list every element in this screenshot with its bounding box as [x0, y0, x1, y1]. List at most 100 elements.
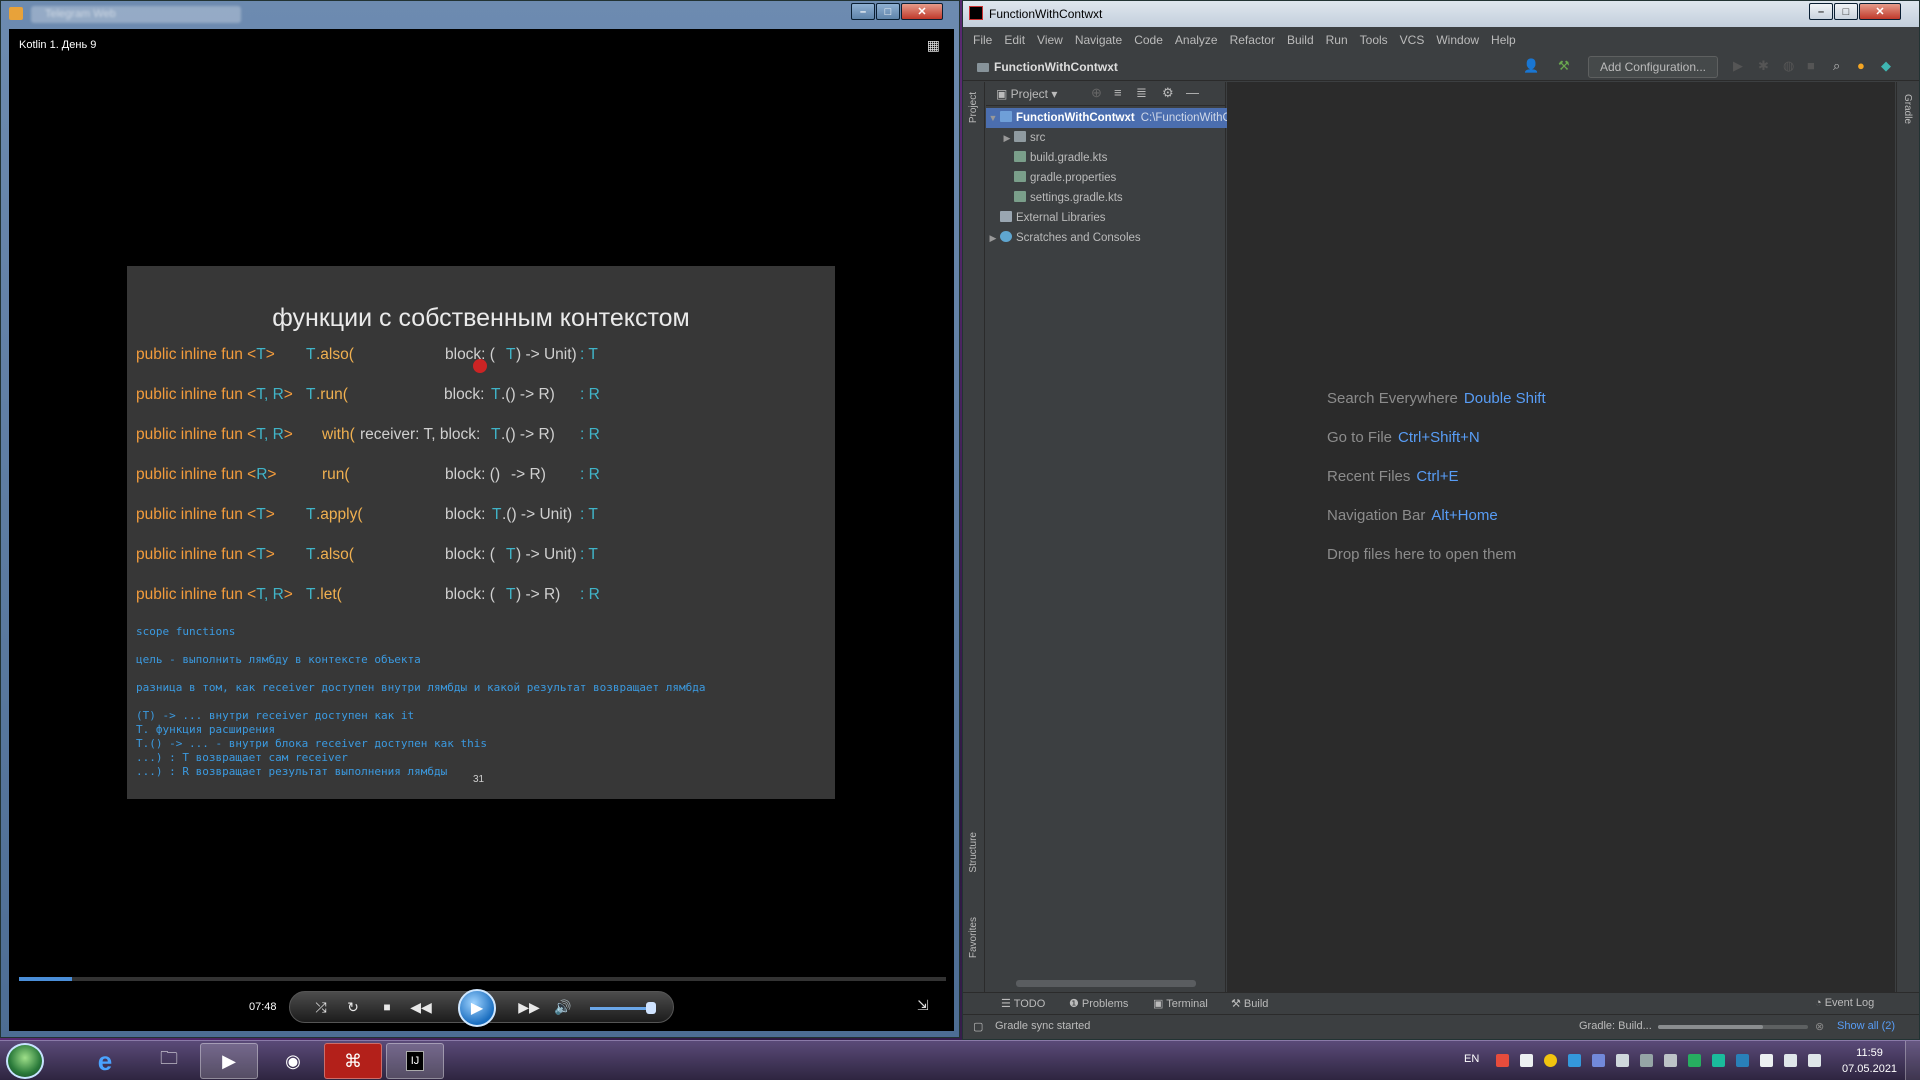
menu-build[interactable]: Build	[1287, 29, 1314, 51]
tab-project[interactable]: Project	[968, 92, 979, 123]
tree-item-settings-gradle[interactable]: settings.gradle.kts	[986, 188, 1226, 208]
tray-app-icon[interactable]	[1496, 1054, 1509, 1067]
repeat-icon[interactable]: ↻	[342, 999, 364, 1016]
start-button[interactable]	[6, 1043, 44, 1079]
maximize-button[interactable]: □	[876, 3, 900, 20]
steam-icon[interactable]	[1616, 1054, 1629, 1067]
cancel-task-icon[interactable]: ⊗	[1815, 1020, 1824, 1033]
rewind-icon[interactable]: ◀◀	[410, 999, 432, 1016]
tab-favorites[interactable]: Favorites	[968, 917, 979, 958]
tab-structure[interactable]: Structure	[968, 832, 979, 873]
hide-panel-icon[interactable]: —	[1186, 85, 1199, 100]
stop-icon[interactable]: ■	[1807, 58, 1815, 73]
menu-file[interactable]: File	[973, 29, 992, 51]
tray-app-icon[interactable]	[1640, 1054, 1653, 1067]
menu-tools[interactable]: Tools	[1360, 29, 1388, 51]
volume-tray-icon[interactable]	[1808, 1054, 1821, 1067]
tab-gradle[interactable]: Gradle	[1902, 94, 1913, 124]
background-task-label[interactable]: Gradle: Build...	[1579, 1020, 1652, 1032]
expand-all-icon[interactable]: ≡	[1114, 85, 1122, 100]
tray-app-icon[interactable]	[1520, 1054, 1533, 1067]
build-hammer-icon[interactable]: ⚒	[1558, 58, 1570, 74]
file-explorer-icon[interactable]: 🗀	[140, 1043, 198, 1079]
project-view-selector[interactable]: ▣ Project ▾	[996, 87, 1057, 101]
nvidia-icon[interactable]	[1688, 1054, 1701, 1067]
pdf-reader-icon[interactable]: ⌘	[324, 1043, 382, 1079]
menu-vcs[interactable]: VCS	[1400, 29, 1425, 51]
network-icon[interactable]	[1784, 1054, 1797, 1067]
tab-problems[interactable]: ❶ Problems	[1069, 997, 1128, 1010]
tab-terminal[interactable]: ▣ Terminal	[1153, 997, 1208, 1010]
discord-icon[interactable]	[1592, 1054, 1605, 1067]
shuffle-icon[interactable]: ⤮	[310, 999, 332, 1016]
menu-code[interactable]: Code	[1134, 29, 1163, 51]
seek-bar[interactable]	[19, 977, 946, 981]
code-receiver: T	[306, 386, 316, 403]
user-icon[interactable]: 👤	[1523, 58, 1539, 74]
close-button[interactable]: ✕	[1859, 3, 1901, 20]
tab-event-log[interactable]: ◔ Event Log	[1815, 997, 1874, 1009]
tree-item-scratches[interactable]: ▶ Scratches and Consoles	[986, 228, 1226, 248]
run-icon[interactable]: ▶	[1733, 58, 1743, 74]
close-button[interactable]: ✕	[901, 3, 943, 20]
breadcrumb[interactable]: FunctionWithContwxt	[977, 60, 1118, 74]
ide-titlebar[interactable]: FunctionWithContwxt – □ ✕	[963, 1, 1919, 27]
menu-help[interactable]: Help	[1491, 29, 1516, 51]
volume-icon[interactable]: 🔊	[552, 999, 574, 1016]
tree-item-external-libraries[interactable]: External Libraries	[986, 208, 1226, 228]
usb-icon[interactable]	[1760, 1054, 1773, 1067]
stop-icon[interactable]: ■	[376, 1000, 398, 1014]
menu-edit[interactable]: Edit	[1004, 29, 1025, 51]
input-language[interactable]: EN	[1464, 1053, 1479, 1065]
menu-navigate[interactable]: Navigate	[1075, 29, 1122, 51]
slide-note: T. функция расширения	[136, 723, 276, 736]
internet-explorer-icon[interactable]: e	[76, 1043, 134, 1079]
tree-item-gradle-properties[interactable]: gradle.properties	[986, 168, 1226, 188]
switch-view-icon[interactable]: ⇲	[917, 997, 929, 1014]
locate-icon[interactable]: ⊕	[1091, 85, 1102, 101]
hint-label: Navigation Bar	[1327, 507, 1426, 524]
menu-view[interactable]: View	[1037, 29, 1063, 51]
layout-toggle-icon[interactable]: ▦	[927, 37, 940, 54]
minimize-button[interactable]: –	[851, 3, 875, 20]
maximize-button[interactable]: □	[1834, 3, 1858, 20]
menu-refactor[interactable]: Refactor	[1230, 29, 1275, 51]
gear-icon[interactable]: ⚙	[1162, 85, 1174, 101]
collapse-all-icon[interactable]: ≣	[1136, 85, 1147, 101]
menu-window[interactable]: Window	[1436, 29, 1479, 51]
tray-app-icon[interactable]	[1712, 1054, 1725, 1067]
editor-empty-area[interactable]: Search Everywhere Double Shift Go to File…	[1227, 82, 1895, 992]
tree-item-src[interactable]: ▶ src	[986, 128, 1226, 148]
show-desktop-button[interactable]	[1905, 1041, 1920, 1080]
volume-knob[interactable]	[646, 1002, 656, 1014]
plugin-icon[interactable]: ◆	[1881, 58, 1891, 74]
status-toggle-icon[interactable]: ▢	[973, 1020, 983, 1033]
tray-app-icon[interactable]	[1568, 1054, 1581, 1067]
search-icon[interactable]: ⌕	[1833, 58, 1840, 74]
media-player-taskbar-icon[interactable]: ▶	[200, 1043, 258, 1079]
horizontal-scrollbar[interactable]	[1016, 980, 1196, 987]
player-titlebar[interactable]: Telegram Web – □ ✕	[1, 1, 959, 27]
update-icon[interactable]: ●	[1857, 58, 1865, 73]
fast-forward-icon[interactable]: ▶▶	[518, 999, 540, 1016]
intellij-taskbar-icon[interactable]: IJ	[386, 1043, 444, 1079]
tab-build[interactable]: ⚒ Build	[1231, 997, 1268, 1010]
tab-todo[interactable]: ☰ TODO	[1001, 997, 1045, 1010]
volume-slider[interactable]	[590, 1007, 650, 1010]
play-button[interactable]: ▶	[458, 989, 496, 1027]
tree-item-build-gradle[interactable]: build.gradle.kts	[986, 148, 1226, 168]
chrome-icon[interactable]: ◉	[264, 1043, 322, 1079]
minimize-button[interactable]: –	[1809, 3, 1833, 20]
menu-analyze[interactable]: Analyze	[1175, 29, 1218, 51]
debug-icon[interactable]: ✱	[1758, 58, 1769, 74]
tray-app-icon[interactable]	[1664, 1054, 1677, 1067]
bluetooth-icon[interactable]	[1736, 1054, 1749, 1067]
hint-label: Go to File	[1327, 429, 1393, 446]
tray-chrome-icon[interactable]	[1544, 1054, 1557, 1067]
show-all-tasks-link[interactable]: Show all (2)	[1837, 1020, 1895, 1032]
add-configuration-button[interactable]: Add Configuration...	[1588, 56, 1718, 78]
video-area[interactable]: Kotlin 1. День 9 ▦ функции с собственным…	[9, 29, 954, 1031]
coverage-icon[interactable]: ◍	[1783, 58, 1794, 74]
taskbar-clock[interactable]: 11:59 07.05.2021	[1842, 1045, 1897, 1077]
menu-run[interactable]: Run	[1326, 29, 1348, 51]
